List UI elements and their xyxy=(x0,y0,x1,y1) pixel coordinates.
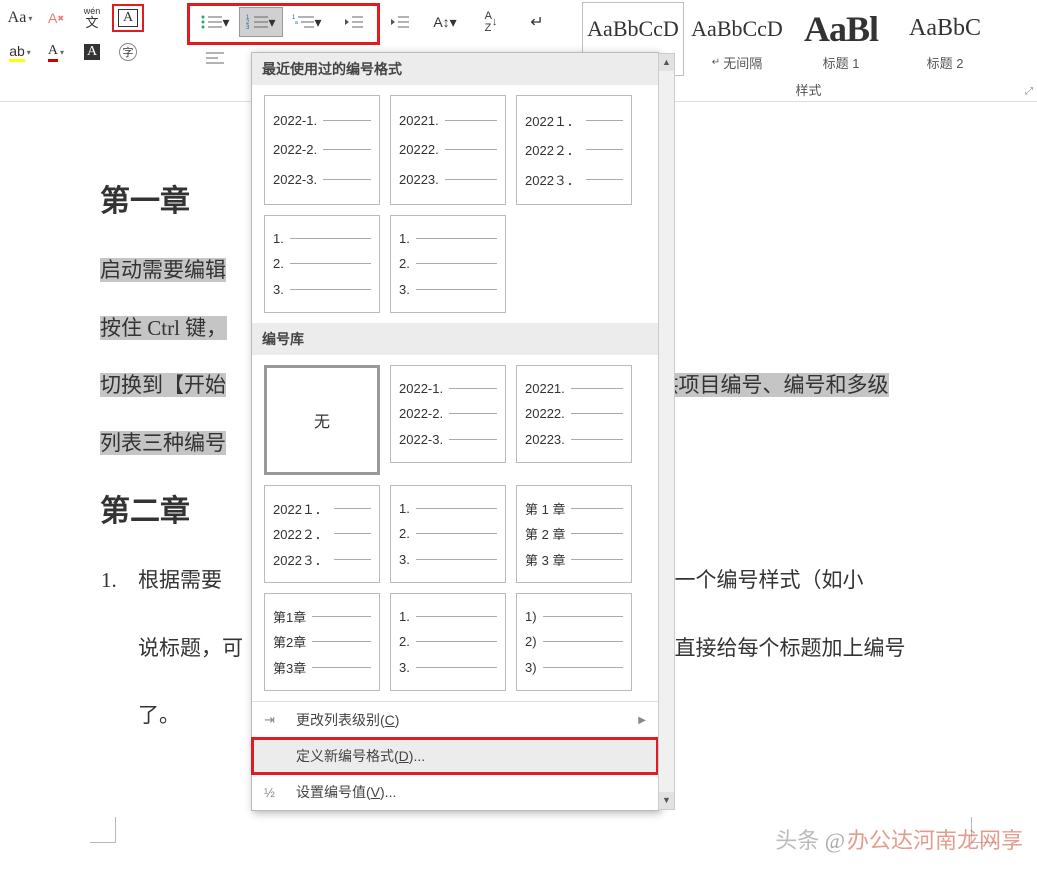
sort-btn[interactable]: AZ↓ xyxy=(469,7,513,37)
numbering-option[interactable]: 2022-1.2022-2.2022-3. xyxy=(390,365,506,463)
scrollbar-down-icon[interactable]: ▼ xyxy=(659,792,674,809)
numbering-option-none[interactable]: 无 xyxy=(264,365,380,475)
section-library-header: 编号库 xyxy=(252,323,658,355)
numbering-option[interactable]: 1.2.3. xyxy=(390,593,506,691)
numbering-option[interactable]: 1)2)3) xyxy=(516,593,632,691)
align-left-btn[interactable] xyxy=(193,43,237,73)
numbering-option[interactable]: 20221.20222.20223. xyxy=(390,95,506,205)
numbered-list-btn[interactable]: 123▾ xyxy=(239,7,283,37)
scrollbar-up-icon[interactable]: ▲ xyxy=(659,54,674,71)
menu-define-new-format[interactable]: 定义新编号格式(D)... xyxy=(252,738,658,774)
numbering-option[interactable]: 2022１．2022２．2022３． xyxy=(516,95,632,205)
library-grid: 无2022-1.2022-2.2022-3.20221.20222.20223.… xyxy=(252,355,658,701)
font-group-launcher-icon[interactable]: ⤢ xyxy=(1025,86,1033,97)
numbering-option[interactable]: 20221.20222.20223. xyxy=(516,365,632,463)
style-heading2[interactable]: AaBbC 标题 2 xyxy=(894,2,996,76)
numbering-option[interactable]: 第1章第2章第3章 xyxy=(264,593,380,691)
numbering-option[interactable]: 1.2.3. xyxy=(390,215,506,313)
highlight-btn[interactable]: ab▾ xyxy=(4,38,36,66)
indent-icon: ⇥ xyxy=(264,712,282,728)
menu-set-value[interactable]: ½ 设置编号值(V)... xyxy=(252,774,658,810)
doc-text-sel[interactable]: 切换到【开始 xyxy=(100,373,226,397)
ribbon-font-group: Aa▾ A✖ wén文 A ab▾ A▾ A 字 ⤢ xyxy=(0,0,185,101)
clear-format-btn[interactable]: A✖ xyxy=(40,4,72,32)
increase-indent-btn[interactable] xyxy=(377,7,421,37)
menu-change-level[interactable]: ⇥ 更改列表级别(C) ▶ xyxy=(252,702,658,738)
doc-text-sel[interactable]: 列表三种编号 xyxy=(100,431,226,455)
section-recent-header: 最近使用过的编号格式 xyxy=(252,53,658,85)
doc-text-sel[interactable]: 按住 Ctrl 键， xyxy=(100,316,227,340)
char-border-btn[interactable]: A xyxy=(112,4,144,32)
char-shading-btn[interactable]: A xyxy=(76,38,108,66)
style-heading1[interactable]: AaBl 标题 1 xyxy=(790,2,892,76)
bullet-list-btn[interactable]: ▾ xyxy=(193,7,237,37)
show-marks-btn[interactable]: ↵ xyxy=(515,7,559,37)
enclose-char-btn[interactable]: 字 xyxy=(112,38,144,66)
style-no-spacing[interactable]: AaBbCcD ↵无间隔 xyxy=(686,2,788,76)
font-color-btn[interactable]: A▾ xyxy=(40,38,72,66)
numbering-option[interactable]: 1.2.3. xyxy=(390,485,506,583)
numbering-option[interactable]: 2022１．2022２．2022３． xyxy=(264,485,380,583)
doc-text-sel[interactable]: 启动需要编辑 xyxy=(100,258,226,282)
page-corner xyxy=(90,817,116,843)
numbering-option[interactable]: 2022-1.2022-2.2022-3. xyxy=(264,95,380,205)
numbering-option[interactable]: 第 1 章第 2 章第 3 章 xyxy=(516,485,632,583)
dropdown-scrollbar[interactable]: ▲ ▼ xyxy=(658,53,675,810)
submenu-arrow-icon: ▶ xyxy=(638,715,646,726)
font-size-btn[interactable]: Aa▾ xyxy=(4,4,36,32)
numbering-option[interactable]: 1.2.3. xyxy=(264,215,380,313)
svg-text:a: a xyxy=(295,20,298,26)
numbering-dropdown: ▲ ▼ 最近使用过的编号格式 2022-1.2022-2.2022-3.2022… xyxy=(251,52,659,811)
recent-grid: 2022-1.2022-2.2022-3.20221.20222.20223.2… xyxy=(252,85,658,323)
watermark: 头条 @办公达河南龙网享 xyxy=(775,823,1023,855)
pinyin-btn[interactable]: wén文 xyxy=(76,4,108,32)
decrease-indent-btn[interactable] xyxy=(331,7,375,37)
svg-text:3: 3 xyxy=(246,25,250,30)
asian-layout-btn[interactable]: A↕▾ xyxy=(423,7,467,37)
set-value-icon: ½ xyxy=(264,785,282,800)
multilevel-list-btn[interactable]: 1a▾ xyxy=(285,7,329,37)
